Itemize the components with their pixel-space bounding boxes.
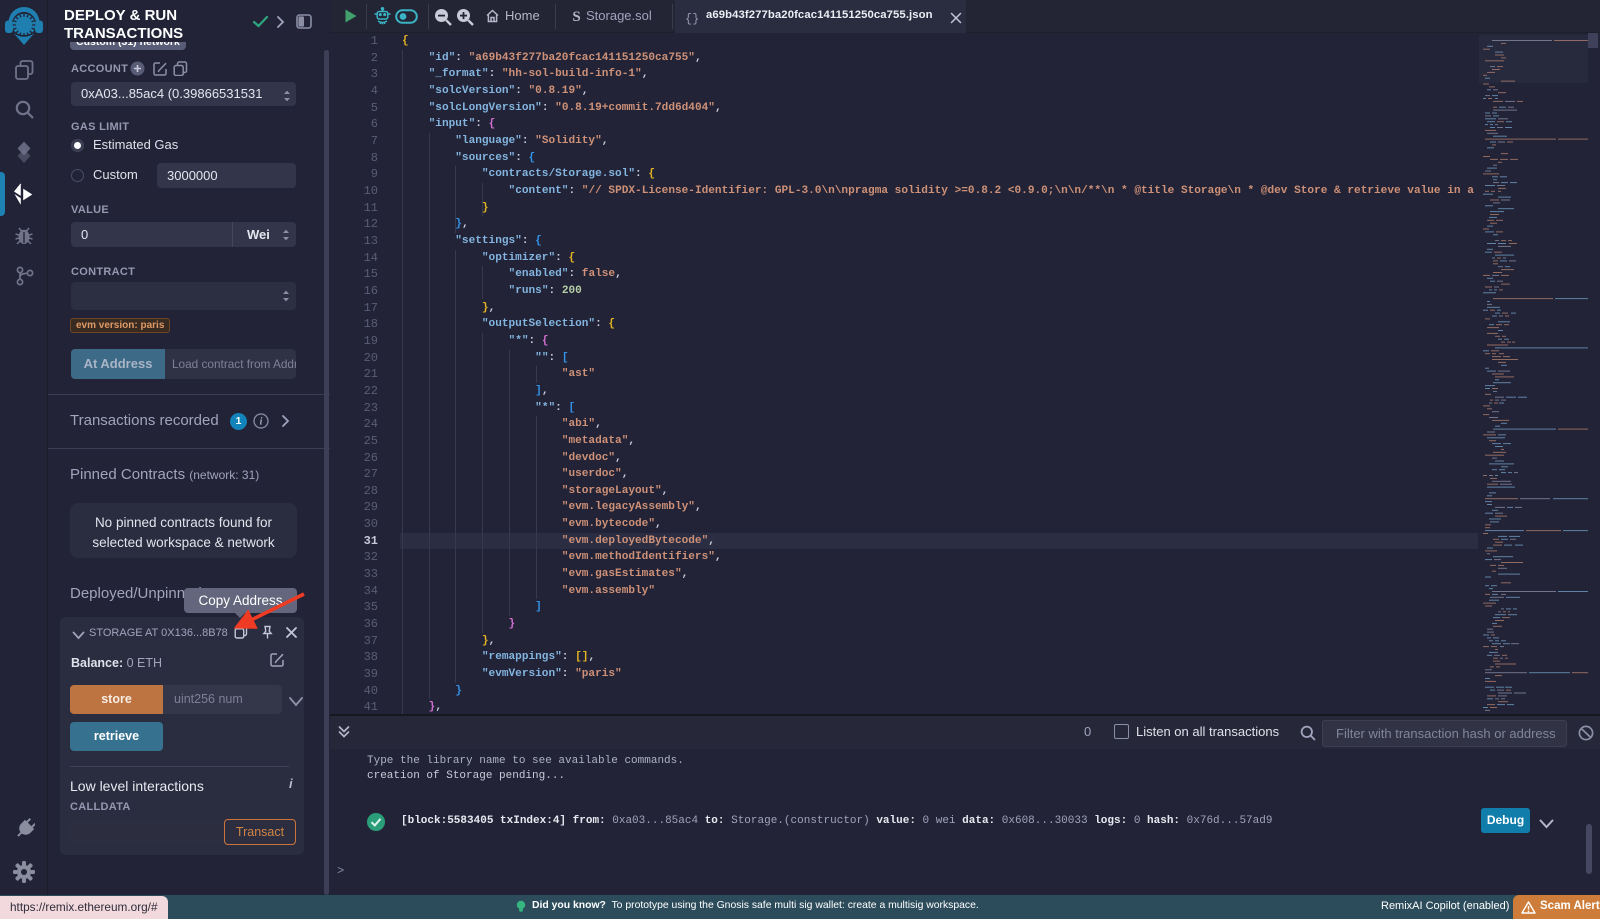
svg-text:i: i [260, 416, 263, 427]
